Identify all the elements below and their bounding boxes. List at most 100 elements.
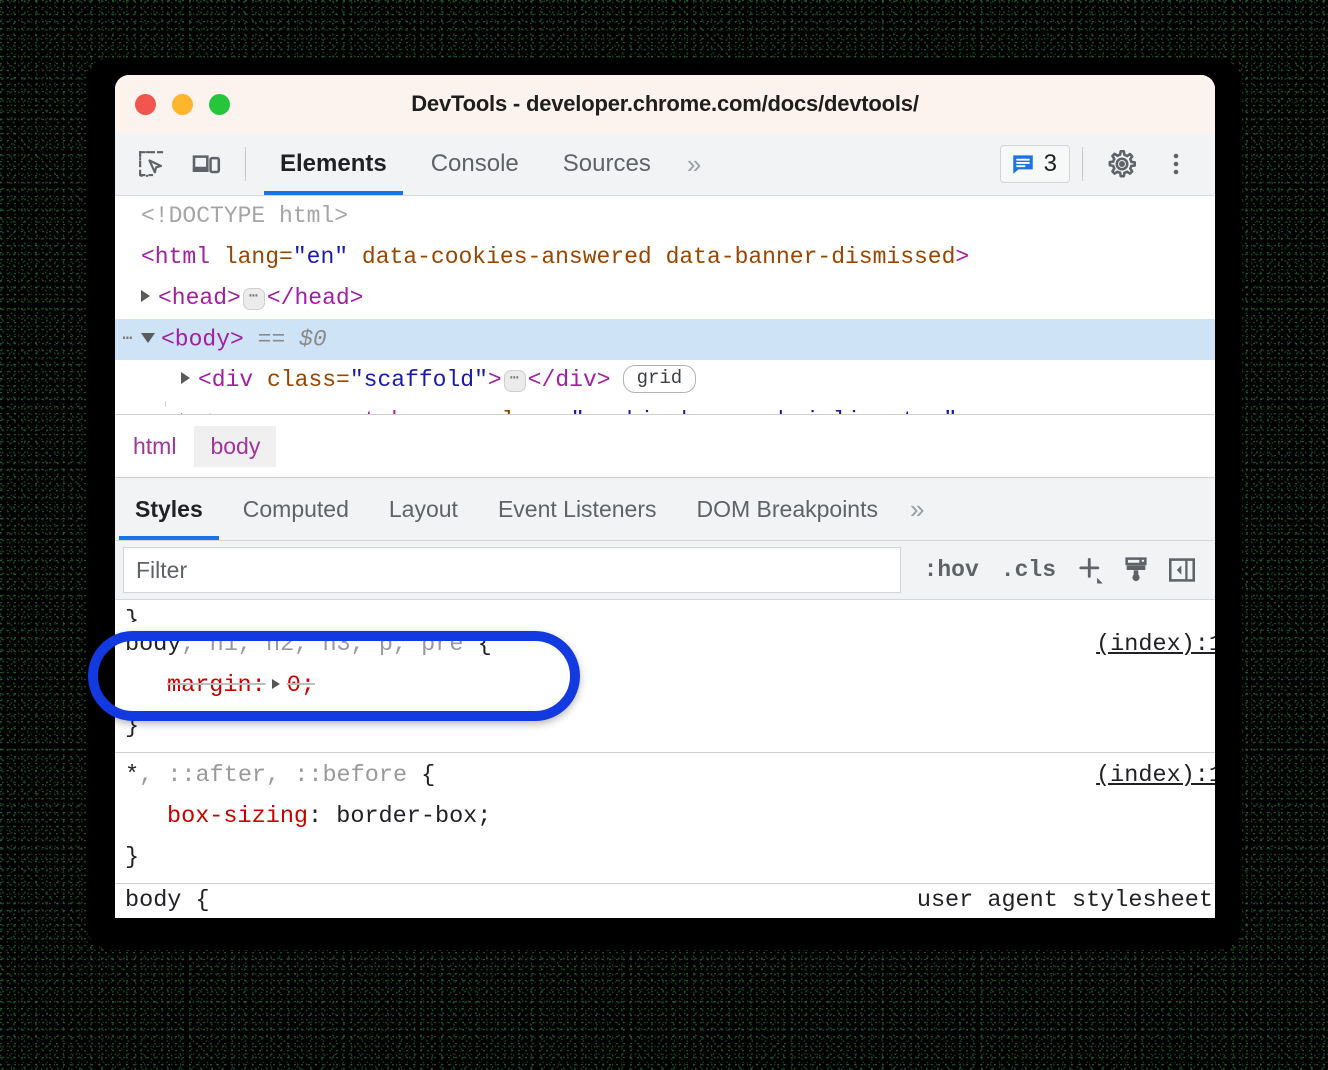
- dom-row-doctype[interactable]: <!DOCTYPE html>: [115, 196, 1215, 237]
- filter-input[interactable]: [123, 547, 901, 593]
- styles-rules-pane[interactable]: } body, h1, h2, h3, p, pre { (index):1 m…: [115, 600, 1215, 918]
- style-rule-body-headings[interactable]: body, h1, h2, h3, p, pre { (index):1 mar…: [115, 622, 1215, 753]
- more-sidebar-tabs-button[interactable]: »: [898, 478, 936, 540]
- dom-tree-pane[interactable]: <!DOCTYPE html> <html lang="en" data-coo…: [115, 196, 1215, 415]
- rule-origin-link[interactable]: (index):1: [1096, 624, 1215, 665]
- rule-selector-unmatched-universal: , ::after, ::before: [139, 762, 407, 789]
- settings-button[interactable]: [1095, 147, 1149, 181]
- breadcrumb-item-body[interactable]: body: [194, 426, 276, 467]
- devtools-window: DevTools - developer.chrome.com/docs/dev…: [115, 75, 1215, 918]
- tab-event-listeners-label: Event Listeners: [498, 496, 657, 523]
- body-open-tag: <body>: [161, 327, 244, 353]
- new-style-rule-button[interactable]: [1069, 549, 1111, 591]
- rule-open-brace-user-agent: {: [181, 887, 209, 914]
- rule-selector-matched: body: [125, 631, 181, 658]
- div-tag-gt: >: [488, 367, 502, 393]
- toolbar-divider: [245, 147, 246, 181]
- tab-layout[interactable]: Layout: [369, 478, 478, 540]
- tab-dom-breakpoints-label: DOM Breakpoints: [696, 496, 878, 523]
- grid-badge[interactable]: grid: [623, 365, 697, 393]
- toggle-element-classes-button[interactable]: .cls: [992, 553, 1065, 587]
- inspect-element-button[interactable]: [125, 133, 179, 195]
- collapse-triangle-icon[interactable]: [141, 333, 155, 343]
- html-tag-close: >: [955, 244, 969, 270]
- html-lang-attr-name: lang: [224, 244, 279, 270]
- div-class-attr-value: "scaffold": [350, 367, 488, 393]
- dom-breadcrumb: html body: [115, 415, 1215, 478]
- expand-triangle-icon-div[interactable]: [181, 372, 190, 384]
- toggle-hover-state-button[interactable]: :hov: [915, 553, 988, 587]
- three-dot-menu-icon: [1163, 149, 1189, 179]
- minimize-window-button[interactable]: [172, 94, 193, 115]
- rule-closing-brace-universal: }: [115, 837, 1215, 878]
- maximize-window-button[interactable]: [209, 94, 230, 115]
- more-options-button[interactable]: [1149, 149, 1203, 179]
- toolbar-divider-2: [1082, 147, 1083, 181]
- devtools-main-toolbar: Elements Console Sources » 3: [115, 133, 1215, 196]
- gear-icon: [1105, 147, 1139, 181]
- tab-computed-label: Computed: [243, 496, 349, 523]
- rule-selector-line-universal[interactable]: *, ::after, ::before { (index):1: [115, 755, 1215, 796]
- rule-selector-line[interactable]: body, h1, h2, h3, p, pre { (index):1: [115, 624, 1215, 665]
- close-window-button[interactable]: [135, 94, 156, 115]
- doctype-text: <!DOCTYPE html>: [141, 203, 348, 229]
- chevron-double-right-icon-sidebar: »: [910, 494, 924, 525]
- rule-origin-link-universal[interactable]: (index):1: [1096, 755, 1215, 796]
- dom-row-announcement-banner[interactable]: <announcement-banner class="cookie-banne…: [115, 401, 1215, 415]
- declaration-margin[interactable]: margin:0;: [115, 665, 1215, 706]
- plus-new-style-rule-icon: [1073, 553, 1107, 587]
- row-overflow-dots-icon[interactable]: ⋯: [115, 319, 141, 360]
- device-toolbar-toggle-button[interactable]: [179, 133, 233, 195]
- tab-dom-breakpoints[interactable]: DOM Breakpoints: [676, 478, 898, 540]
- styles-toolbar-tools: :hov .cls: [901, 549, 1215, 591]
- rule-selector-matched-user-agent: body: [125, 887, 181, 914]
- dom-row-body-selected[interactable]: ⋯<body> == $0: [115, 319, 1215, 360]
- tab-layout-label: Layout: [389, 496, 458, 523]
- dom-row-head[interactable]: <head>⋯</head>: [115, 278, 1215, 319]
- window-titlebar: DevTools - developer.chrome.com/docs/dev…: [115, 75, 1215, 133]
- rule-selector-matched-universal: *: [125, 762, 139, 789]
- toggle-sidebar-icon: [1166, 554, 1198, 586]
- tab-styles-label: Styles: [135, 496, 203, 523]
- expand-triangle-icon[interactable]: [141, 290, 150, 302]
- div-class-attr-name: class: [267, 367, 336, 393]
- style-rule-body-user-agent[interactable]: body { user agent stylesheet: [115, 884, 1215, 918]
- tab-computed[interactable]: Computed: [223, 478, 369, 540]
- more-panels-button[interactable]: »: [673, 133, 715, 195]
- rule-closing-brace: }: [115, 706, 1215, 747]
- breadcrumb-item-html[interactable]: html: [117, 426, 192, 467]
- toggle-computed-styles-button[interactable]: [1115, 549, 1157, 591]
- collapsed-children-icon-div[interactable]: ⋯: [504, 370, 526, 392]
- rule-origin-user-agent: user agent stylesheet: [917, 884, 1213, 918]
- dom-row-scaffold-div[interactable]: <div class="scaffold">⋯</div>grid: [115, 360, 1215, 401]
- toggle-sidebar-button[interactable]: [1161, 549, 1203, 591]
- issues-button[interactable]: 3: [1000, 145, 1070, 183]
- issues-message-icon: [1010, 151, 1036, 177]
- dom-row-html[interactable]: <html lang="en" data-cookies-answered da…: [115, 237, 1215, 278]
- head-close-tag: </head>: [267, 285, 364, 311]
- tab-event-listeners[interactable]: Event Listeners: [478, 478, 677, 540]
- expand-triangle-icon-banner[interactable]: [181, 413, 190, 415]
- declaration-value[interactable]: 0: [287, 672, 301, 699]
- tab-sources[interactable]: Sources: [541, 133, 673, 195]
- tab-console-label: Console: [431, 150, 519, 178]
- window-title: DevTools - developer.chrome.com/docs/dev…: [115, 91, 1215, 117]
- html-cookies-attr-name: data-cookies-answered: [362, 244, 652, 270]
- tab-styles[interactable]: Styles: [115, 478, 223, 540]
- rule-open-brace-universal: {: [407, 762, 435, 789]
- rule-selector-line-user-agent[interactable]: body { user agent stylesheet: [115, 884, 1215, 918]
- toolbar-right-group: 3: [1000, 133, 1215, 195]
- declaration-box-sizing[interactable]: box-sizing: border-box;: [115, 796, 1215, 837]
- div-close-tag: </div>: [528, 367, 611, 393]
- style-rule-universal[interactable]: *, ::after, ::before { (index):1 box-siz…: [115, 753, 1215, 884]
- head-open-tag: <head>: [158, 285, 241, 311]
- tab-console[interactable]: Console: [409, 133, 541, 195]
- declaration-value-box-sizing[interactable]: border-box: [336, 803, 477, 830]
- expand-shorthand-icon[interactable]: [272, 679, 280, 689]
- banner-open-tag: <announcement-banner: [198, 408, 474, 415]
- device-toolbar-icon: [190, 148, 222, 180]
- tab-elements-label: Elements: [280, 150, 387, 178]
- tab-elements[interactable]: Elements: [258, 133, 409, 195]
- tab-sources-label: Sources: [563, 150, 651, 178]
- collapsed-children-icon[interactable]: ⋯: [243, 288, 265, 310]
